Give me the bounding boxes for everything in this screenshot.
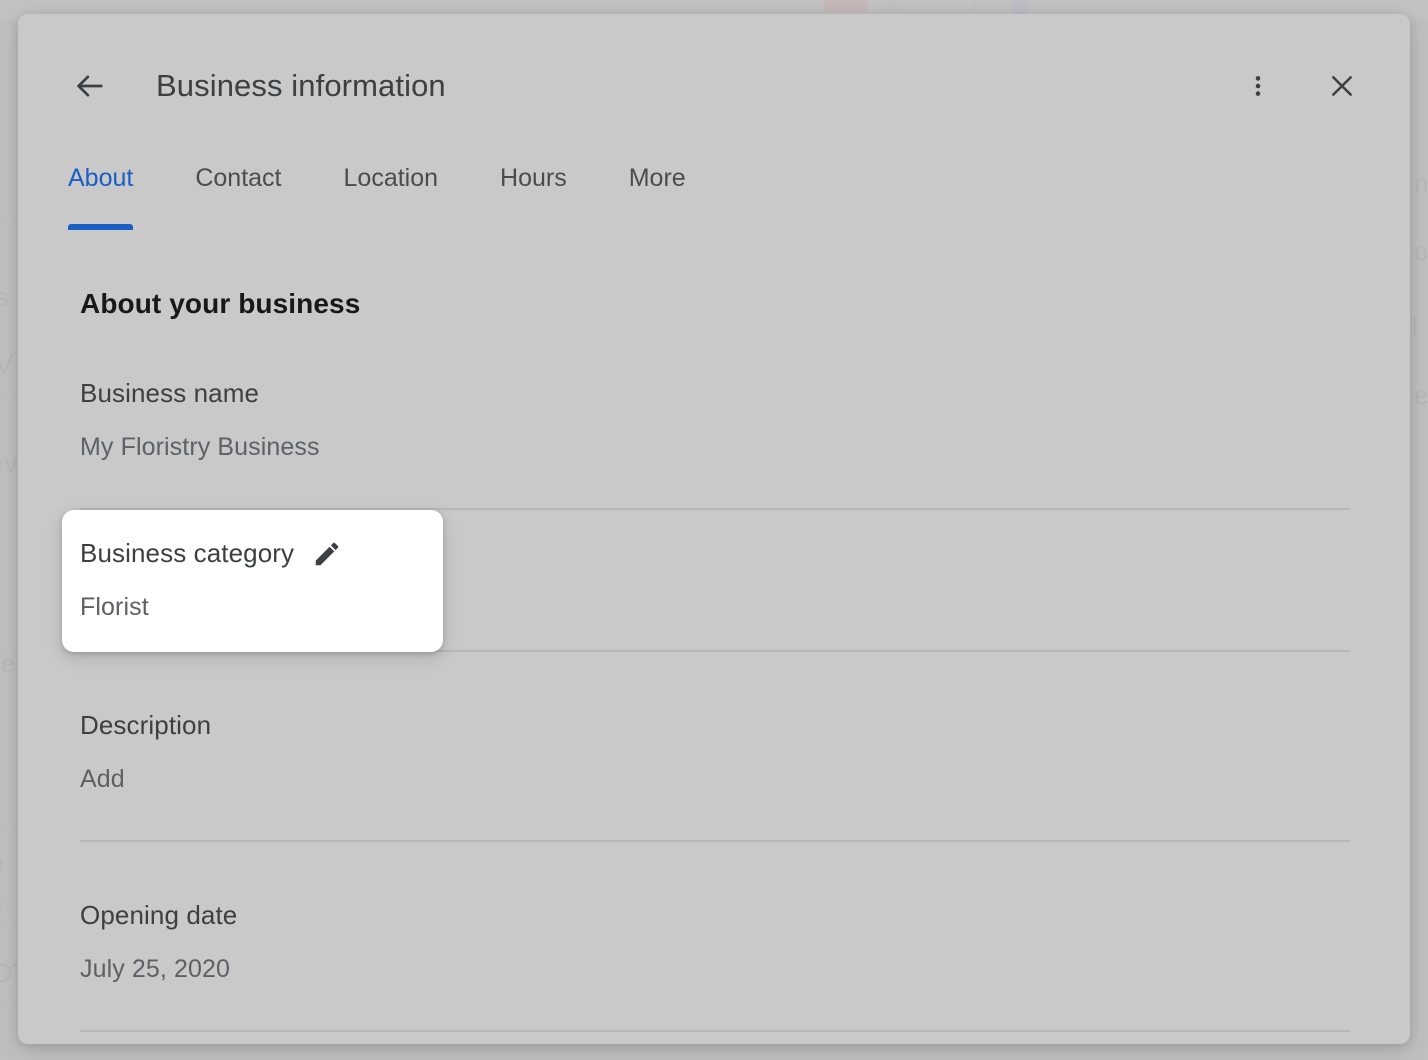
arrow-back-icon <box>73 69 107 103</box>
tab-label: Hours <box>500 164 567 193</box>
tab-hours[interactable]: Hours <box>500 154 567 230</box>
background-text-fragment: o <box>1414 236 1428 267</box>
background-rule <box>0 830 20 831</box>
field-label-text: Business category <box>80 538 294 569</box>
background-text-fragment: l <box>1412 312 1418 343</box>
field-value[interactable]: Add <box>80 765 1350 794</box>
background-text-fragment: e <box>0 848 4 879</box>
section-heading: About your business <box>80 288 1410 320</box>
tab-more[interactable]: More <box>629 154 686 230</box>
tab-label: Contact <box>195 164 281 193</box>
close-icon <box>1326 70 1358 102</box>
field-description[interactable]: Description Add <box>80 652 1350 842</box>
close-button[interactable] <box>1318 62 1366 110</box>
background-shape-pink <box>824 0 868 12</box>
dialog-title: Business information <box>156 62 446 110</box>
tab-label: About <box>68 164 133 193</box>
field-label: Description <box>80 710 1350 741</box>
field-label: Opening date <box>80 900 1350 931</box>
field-value: July 25, 2020 <box>80 955 1350 984</box>
background-rule <box>0 925 20 926</box>
dialog-body: About your business Business name My Flo… <box>18 250 1410 1044</box>
background-rule <box>0 398 20 399</box>
background-rule <box>0 1000 20 1001</box>
business-information-dialog: Business information <box>18 14 1410 1044</box>
more-vert-icon <box>1245 73 1271 99</box>
field-opening-date[interactable]: Opening date July 25, 2020 <box>80 842 1350 1032</box>
back-button[interactable] <box>66 62 114 110</box>
page-root: s V ev ce e o OT n o l e Business inform… <box>0 0 1428 1060</box>
background-text-fragment: e <box>1414 380 1428 411</box>
tab-about[interactable]: About <box>68 154 133 230</box>
field-business-category[interactable]: Business category Florist <box>62 510 443 652</box>
field-business-category-wrapper: Business category Florist <box>18 510 1410 652</box>
tab-location[interactable]: Location <box>344 154 439 230</box>
background-text-fragment: s <box>0 282 9 313</box>
more-options-button[interactable] <box>1234 62 1282 110</box>
field-label: Business category <box>80 538 443 569</box>
background-text-fragment: ev <box>0 448 17 479</box>
field-value: Florist <box>80 593 443 622</box>
pencil-edit-icon[interactable] <box>312 539 342 569</box>
tab-contact[interactable]: Contact <box>195 154 281 230</box>
active-tab-indicator <box>68 224 133 230</box>
tab-label: More <box>629 164 686 193</box>
background-text-fragment: ce <box>0 648 15 679</box>
background-text-fragment: n <box>1414 168 1428 199</box>
field-business-name[interactable]: Business name My Floristry Business <box>80 320 1350 510</box>
field-value: My Floristry Business <box>80 433 1350 462</box>
tab-label: Location <box>344 164 439 193</box>
dialog-header: Business information <box>18 14 1410 130</box>
background-shape-grey <box>884 1 898 15</box>
field-label: Business name <box>80 378 1350 409</box>
background-text-fragment: o <box>0 888 2 919</box>
background-rule <box>0 222 20 223</box>
dialog-tabs: About Contact Location Hours More <box>18 154 748 230</box>
background-text-fragment: V <box>0 348 14 382</box>
